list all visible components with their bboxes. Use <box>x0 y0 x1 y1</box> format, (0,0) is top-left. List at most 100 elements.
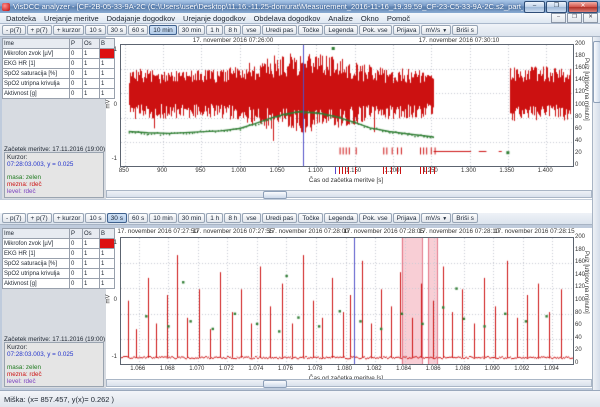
table-row[interactable]: Mikrofon zvok [µV]01 <box>3 239 115 249</box>
y-tick-label-right: 200 <box>575 234 585 240</box>
signal-table-header: Ime <box>3 39 70 49</box>
toolbar-button--p-7-[interactable]: + p(7) <box>27 213 52 223</box>
toolbar-button-prijava[interactable]: Prijava <box>393 213 421 223</box>
toolbar-button-to-ke[interactable]: Točke <box>298 25 323 35</box>
toolbar-button-1-h[interactable]: 1 h <box>206 213 223 223</box>
table-row[interactable]: SpO2 utripna krivulja011 <box>3 79 115 89</box>
signal-name: SpO2 saturacija [%] <box>3 69 70 79</box>
mdi-minimize-button[interactable]: – <box>551 13 566 23</box>
toolbar-button-10-s[interactable]: 10 s <box>85 25 105 35</box>
toolbar-bottom: - p(7)+ p(7)+ kurzor10 s30 s60 s10 min30… <box>0 212 600 225</box>
table-row[interactable]: SpO2 saturacija [%]011 <box>3 259 115 269</box>
event-mark <box>339 167 340 174</box>
menu-item-datoteka[interactable]: Datoteka <box>2 14 40 23</box>
toolbar-button-8-h[interactable]: 8 h <box>224 213 241 223</box>
chart-title: 17. november 2016 07:30:10 <box>419 37 500 44</box>
toolbar-top: - p(7)+ p(7)+ kurzor10 s30 s60 s10 min30… <box>0 24 600 37</box>
toolbar-button-prijava[interactable]: Prijava <box>393 25 421 35</box>
toolbar-button-8-h[interactable]: 8 h <box>224 25 241 35</box>
x-tick-label: 1.084 <box>396 366 411 372</box>
mdi-close-button[interactable]: ✕ <box>583 13 598 23</box>
signal-p-value: 0 <box>70 279 83 289</box>
y-axis-label-right: Pulz [utripov na minuto] <box>583 251 589 314</box>
menu-item-dodajanje-dogodkov[interactable]: Dodajanje dogodkov <box>103 14 179 23</box>
table-row[interactable]: EKG HR [1]011 <box>3 59 115 69</box>
signal-table-header: P <box>70 229 83 239</box>
chart-title: 17. november 2016 07:27:55 <box>193 228 274 235</box>
chevron-down-icon: ▼ <box>442 216 447 222</box>
toolbar-button-30-min[interactable]: 30 min <box>178 213 206 223</box>
table-row[interactable]: SpO2 saturacija [%]011 <box>3 69 115 79</box>
plot-canvas[interactable] <box>121 45 573 166</box>
toolbar-button-to-ke[interactable]: Točke <box>298 213 323 223</box>
main-vscrollbar[interactable] <box>592 37 600 390</box>
menu-item-pomo-[interactable]: Pomoč <box>383 14 414 23</box>
toolbar-button--p-7-[interactable]: + p(7) <box>27 25 52 35</box>
panel-splitter[interactable] <box>0 199 600 213</box>
signal-os-value: 1 <box>83 249 100 259</box>
toolbar-button-30-min[interactable]: 30 min <box>178 25 206 35</box>
table-row[interactable]: EKG HR [1]011 <box>3 249 115 259</box>
y-tick-label-right: 80 <box>575 310 582 316</box>
toolbar-button-bri-i-s[interactable]: Briši s <box>452 25 478 35</box>
toolbar-button-mv-s[interactable]: mV/s▼ <box>421 213 451 223</box>
panel2-hscroll-thumb[interactable] <box>263 380 287 388</box>
close-button[interactable]: ✕ <box>568 1 598 13</box>
table-row[interactable]: Mikrofon zvok [µV]01 <box>3 49 115 59</box>
toolbar-button-10-min[interactable]: 10 min <box>149 25 177 35</box>
plot-canvas[interactable] <box>121 238 573 364</box>
toolbar-button-legenda[interactable]: Legenda <box>324 213 357 223</box>
mdi-restore-button[interactable]: ❐ <box>567 13 582 23</box>
plot-area[interactable] <box>120 44 574 167</box>
table-row[interactable]: Aktivnost [g]011 <box>3 279 115 289</box>
toolbar-button-mv-s[interactable]: mV/s▼ <box>421 25 451 35</box>
toolbar-button--kurzor[interactable]: + kurzor <box>53 213 85 223</box>
toolbar-button-1-h[interactable]: 1 h <box>206 25 223 35</box>
event-mark-special <box>335 167 336 174</box>
menu-item-okno[interactable]: Okno <box>357 14 383 23</box>
event-mark <box>383 167 384 174</box>
minimize-button[interactable]: – <box>524 1 545 13</box>
panel1-hscroll-thumb[interactable] <box>263 191 287 199</box>
toolbar-button-30-s[interactable]: 30 s <box>107 213 127 223</box>
menu-bar: DatotekaUrejanje meritveDodajanje dogodk… <box>0 13 600 24</box>
panel2-hscrollbar[interactable] <box>106 379 592 387</box>
panel2-sidebar: ImePOsBMikrofon zvok [µV]01EKG HR [1]011… <box>2 228 106 388</box>
cursor-info-box: Kurzor:07:28:03.003, y = 0.025masa: zele… <box>4 342 104 387</box>
panel1-sidebar: ImePOsBMikrofon zvok [µV]01EKG HR [1]011… <box>2 38 106 199</box>
toolbar-button-60-s[interactable]: 60 s <box>128 213 148 223</box>
chart-title: 17. november 2016 07:28:05 <box>343 228 424 235</box>
event-mark <box>342 167 343 174</box>
toolbar-button-30-s[interactable]: 30 s <box>107 25 127 35</box>
toolbar-button-pok-vse[interactable]: Pok. vse <box>359 25 392 35</box>
toolbar-button-pok-vse[interactable]: Pok. vse <box>359 213 392 223</box>
toolbar-button-10-min[interactable]: 10 min <box>149 213 177 223</box>
main-vscroll-thumb[interactable] <box>593 41 600 103</box>
toolbar-button-vse[interactable]: vse <box>242 213 260 223</box>
panel1-hscrollbar[interactable] <box>106 190 592 198</box>
plot-area[interactable] <box>120 237 574 365</box>
toolbar-button-bri-i-s[interactable]: Briši s <box>452 213 478 223</box>
toolbar-button--p-7-[interactable]: - p(7) <box>2 213 26 223</box>
menu-item-urejanje-meritve[interactable]: Urejanje meritve <box>40 14 103 23</box>
mdi-window-controls: –❐✕ <box>550 13 600 23</box>
toolbar-button-60-s[interactable]: 60 s <box>128 25 148 35</box>
menu-item-urejanje-dogodkov[interactable]: Urejanje dogodkov <box>179 14 250 23</box>
maximize-button[interactable]: ❐ <box>546 1 567 13</box>
toolbar-button-uredi-pas[interactable]: Uredi pas <box>262 25 298 35</box>
event-mark <box>426 167 427 174</box>
toolbar-button-uredi-pas[interactable]: Uredi pas <box>262 213 298 223</box>
toolbar-button-legenda[interactable]: Legenda <box>324 25 357 35</box>
menu-item-analize[interactable]: Analize <box>324 14 357 23</box>
menu-item-obdelava-dogodkov[interactable]: Obdelava dogodkov <box>250 14 325 23</box>
table-row[interactable]: Aktivnost [g]011 <box>3 89 115 99</box>
toolbar-button--kurzor[interactable]: + kurzor <box>53 25 85 35</box>
signal-name: EKG HR [1] <box>3 59 70 69</box>
table-row[interactable]: SpO2 utripna krivulja011 <box>3 269 115 279</box>
toolbar-button-10-s[interactable]: 10 s <box>85 213 105 223</box>
toolbar-button-vse[interactable]: vse <box>242 25 260 35</box>
cursor-label: Kurzor: <box>7 154 101 161</box>
toolbar-button--p-7-[interactable]: - p(7) <box>2 25 26 35</box>
signal-table: ImePOsBMikrofon zvok [µV]01EKG HR [1]011… <box>2 228 115 289</box>
cursor-label: Kurzor: <box>7 344 101 351</box>
